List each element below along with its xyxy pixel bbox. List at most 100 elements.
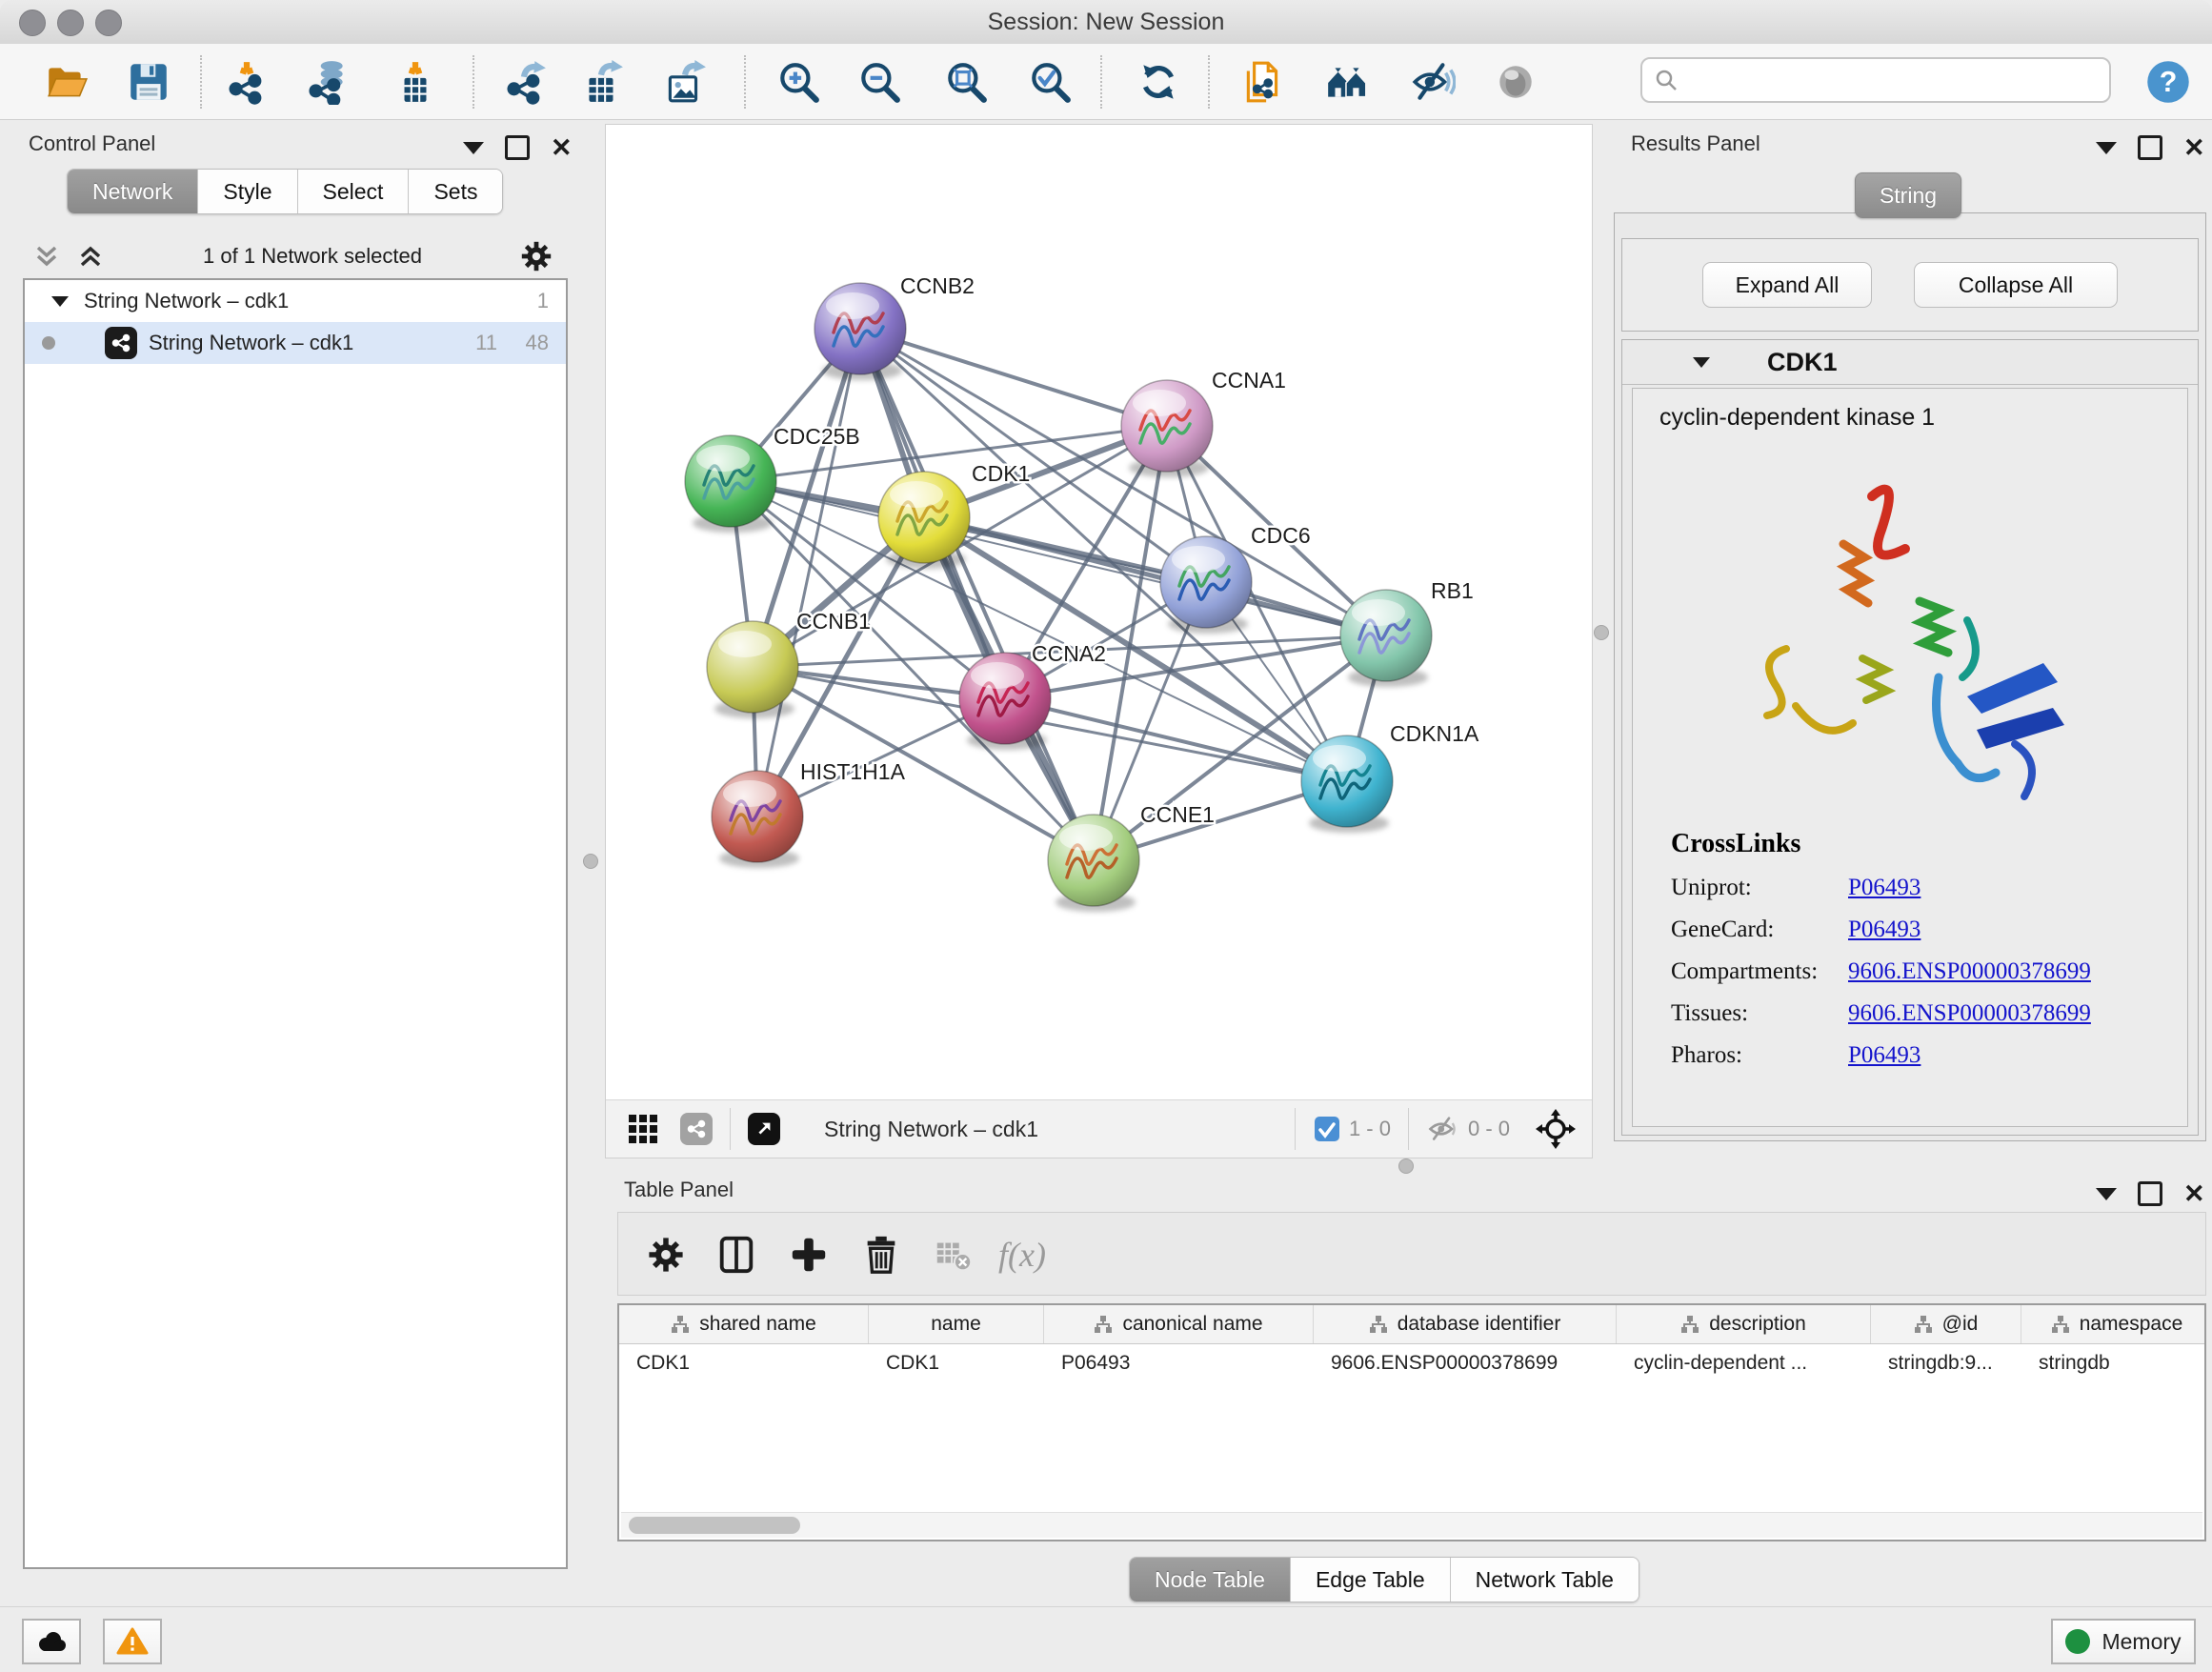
node-label-CCNE1: CCNE1 — [1140, 802, 1215, 827]
tab-network-table[interactable]: Network Table — [1451, 1558, 1639, 1601]
columns-icon — [715, 1234, 757, 1276]
table-type-tabs: Node Table Edge Table Network Table — [1129, 1557, 1639, 1602]
column-header-id[interactable]: @id — [1871, 1305, 2021, 1343]
panel-menu-caret-icon[interactable] — [2096, 1188, 2117, 1200]
scrollbar-thumb[interactable] — [629, 1517, 800, 1534]
search-field[interactable] — [1640, 57, 2111, 103]
zoom-fit-button[interactable] — [941, 57, 991, 107]
column-header-canonical-name[interactable]: canonical name — [1044, 1305, 1314, 1343]
graph-node-CCNA1[interactable] — [1121, 380, 1213, 472]
float-panel-icon[interactable] — [505, 135, 530, 160]
houses-button[interactable] — [1322, 57, 1372, 107]
close-panel-icon[interactable]: ✕ — [2183, 138, 2205, 157]
create-column-button[interactable] — [784, 1230, 834, 1279]
show-columns-button[interactable] — [712, 1230, 761, 1279]
graph-node-CCNB2[interactable] — [814, 283, 906, 374]
graph-node-CDK1[interactable] — [878, 472, 970, 563]
collapse-all-icon[interactable] — [30, 242, 63, 271]
panel-menu-caret-icon[interactable] — [463, 142, 484, 154]
export-network-button[interactable] — [500, 57, 550, 107]
bottom-splitter-handle[interactable] — [1398, 1158, 1414, 1174]
crosslink-label: Pharos: — [1671, 1042, 1848, 1069]
right-splitter-handle[interactable] — [1594, 625, 1609, 640]
help-button[interactable]: ? — [2143, 57, 2193, 107]
apply-layout-button[interactable] — [1134, 57, 1183, 107]
panel-menu-caret-icon[interactable] — [2096, 142, 2117, 154]
hidden-eye-icon[interactable] — [1426, 1115, 1460, 1143]
crosslink-label: GeneCard: — [1671, 917, 1848, 943]
expand-all-button[interactable]: Expand All — [1702, 262, 1872, 308]
close-panel-icon[interactable]: ✕ — [2183, 1184, 2205, 1203]
column-header-namespace[interactable]: namespace — [2021, 1305, 2206, 1343]
network-from-selection-button[interactable] — [1238, 57, 1288, 107]
graph-node-CCNA2[interactable] — [959, 653, 1051, 744]
tab-select[interactable]: Select — [298, 170, 410, 213]
tab-style[interactable]: Style — [198, 170, 297, 213]
zoom-out-button[interactable] — [855, 57, 904, 107]
column-header-database-identifier[interactable]: database identifier — [1314, 1305, 1617, 1343]
cloud-status-button[interactable] — [22, 1619, 81, 1664]
open-session-button[interactable] — [42, 57, 91, 107]
tab-network[interactable]: Network — [68, 170, 198, 213]
hide-selected-button[interactable] — [1408, 57, 1458, 107]
save-session-button[interactable] — [124, 57, 173, 107]
birdseye-navigator-icon[interactable] — [1535, 1108, 1577, 1150]
network-row-selected[interactable]: String Network – cdk1 11 48 — [25, 322, 566, 364]
expand-all-icon[interactable] — [74, 242, 107, 271]
graph-node-CCNE1[interactable] — [1048, 815, 1139, 906]
left-splitter-handle[interactable] — [583, 854, 598, 869]
genecard-link[interactable]: P06493 — [1848, 917, 1920, 943]
delete-table-button[interactable] — [929, 1230, 978, 1279]
share-view-icon[interactable] — [680, 1113, 713, 1145]
expand-caret-icon[interactable] — [50, 292, 70, 310]
graph-node-CDKN1A[interactable] — [1301, 735, 1393, 827]
pharos-link[interactable]: P06493 — [1848, 1042, 1920, 1069]
collapse-all-button[interactable]: Collapse All — [1914, 262, 2118, 308]
graph-node-RB1[interactable] — [1340, 590, 1432, 681]
zoom-in-button[interactable] — [774, 57, 823, 107]
network-view-panel[interactable]: CCNB2CCNA1CDC25BCDK1CDC6RB1CCNB1CCNA2CDK… — [605, 124, 1593, 1158]
memory-button[interactable]: Memory — [2051, 1619, 2196, 1664]
graph-node-CDC6[interactable] — [1160, 536, 1252, 628]
tissues-link[interactable]: 9606.ENSP00000378699 — [1848, 1000, 2091, 1027]
thumbnail-grid-icon[interactable] — [627, 1113, 659, 1145]
zoom-selected-button[interactable] — [1025, 57, 1075, 107]
column-header-description[interactable]: description — [1617, 1305, 1871, 1343]
horizontal-scrollbar[interactable] — [621, 1512, 2202, 1538]
network-graph-canvas[interactable]: CCNB2CCNA1CDC25BCDK1CDC6RB1CCNB1CCNA2CDK… — [606, 125, 1592, 1100]
float-panel-icon[interactable] — [2138, 135, 2162, 160]
cell-id: stringdb:9... — [1871, 1352, 2021, 1375]
export-table-button[interactable] — [577, 57, 627, 107]
column-header-shared-name[interactable]: shared name — [619, 1305, 869, 1343]
import-table-button[interactable] — [391, 57, 440, 107]
import-network-database-button[interactable] — [303, 57, 352, 107]
tab-string[interactable]: String — [1855, 172, 1961, 218]
warnings-button[interactable] — [103, 1619, 162, 1664]
table-row[interactable]: CDK1 CDK1 P06493 9606.ENSP00000378699 cy… — [619, 1344, 2204, 1382]
section-caret-icon[interactable] — [1691, 353, 1712, 371]
tab-node-table[interactable]: Node Table — [1130, 1558, 1291, 1601]
network-options-gear-icon[interactable] — [518, 238, 554, 274]
tab-edge-table[interactable]: Edge Table — [1291, 1558, 1451, 1601]
selected-checkbox-icon[interactable] — [1313, 1115, 1341, 1143]
function-builder-button[interactable]: f(x) — [997, 1230, 1047, 1279]
float-panel-icon[interactable] — [2138, 1181, 2162, 1206]
search-input[interactable] — [1679, 67, 2109, 93]
graph-node-CCNB1[interactable] — [707, 621, 798, 713]
graph-node-CDC25B[interactable] — [685, 435, 776, 527]
external-link-icon[interactable] — [748, 1113, 780, 1145]
uniprot-link[interactable]: P06493 — [1848, 875, 1920, 901]
show-hidden-button[interactable] — [1491, 57, 1540, 107]
export-image-button[interactable] — [659, 57, 709, 107]
compartments-link[interactable]: 9606.ENSP00000378699 — [1848, 958, 2091, 985]
gene-section-header[interactable]: CDK1 — [1622, 340, 2198, 385]
import-network-file-button[interactable] — [222, 57, 271, 107]
close-panel-icon[interactable]: ✕ — [551, 138, 573, 157]
toolbar-separator — [473, 55, 474, 109]
network-collection-row[interactable]: String Network – cdk1 1 — [25, 280, 566, 322]
table-settings-button[interactable] — [641, 1230, 691, 1279]
delete-column-button[interactable] — [856, 1230, 906, 1279]
column-header-name[interactable]: name — [869, 1305, 1044, 1343]
tab-sets[interactable]: Sets — [409, 170, 502, 213]
graph-node-HIST1H1A[interactable] — [712, 771, 803, 862]
